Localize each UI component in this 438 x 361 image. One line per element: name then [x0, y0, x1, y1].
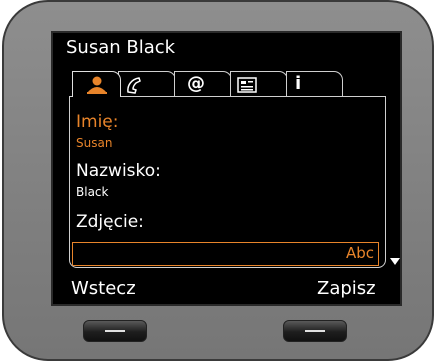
photo-label: Zdjęcie: [76, 212, 144, 232]
tab-person[interactable] [72, 71, 121, 97]
right-softkey-bar-icon [305, 330, 325, 332]
softkey-save-label: Zapisz [317, 278, 376, 299]
contact-title: Susan Black [66, 37, 176, 58]
display-screen: Susan Black @ i Imię: Susan Nazwisko: Bl… [51, 31, 402, 306]
at-icon: @ [187, 73, 205, 94]
scroll-down-arrow-icon[interactable] [390, 258, 400, 265]
card-icon [237, 77, 257, 93]
last-name-field[interactable]: Black [76, 185, 108, 199]
softkey-back-label: Wstecz [71, 278, 136, 299]
tab-email[interactable]: @ [174, 71, 232, 97]
phone-icon [127, 77, 141, 94]
right-softkey-button[interactable] [283, 320, 347, 342]
input-mode-indicator: Abc [345, 244, 374, 262]
person-icon [87, 76, 107, 94]
info-icon: i [295, 73, 302, 94]
phone-bezel: Susan Black @ i Imię: Susan Nazwisko: Bl… [2, 0, 434, 361]
last-name-label: Nazwisko: [76, 161, 161, 181]
contact-form: Imię: Susan Nazwisko: Black Zdjęcie: Abc [69, 96, 386, 268]
first-name-field[interactable]: Susan [76, 136, 112, 150]
tab-info[interactable]: i [286, 71, 343, 97]
tab-phone[interactable] [118, 71, 176, 97]
photo-field[interactable]: Abc [72, 242, 379, 266]
left-softkey-button[interactable] [83, 320, 147, 342]
left-softkey-bar-icon [105, 330, 125, 332]
tab-card[interactable] [230, 71, 288, 97]
first-name-label: Imię: [76, 112, 119, 132]
